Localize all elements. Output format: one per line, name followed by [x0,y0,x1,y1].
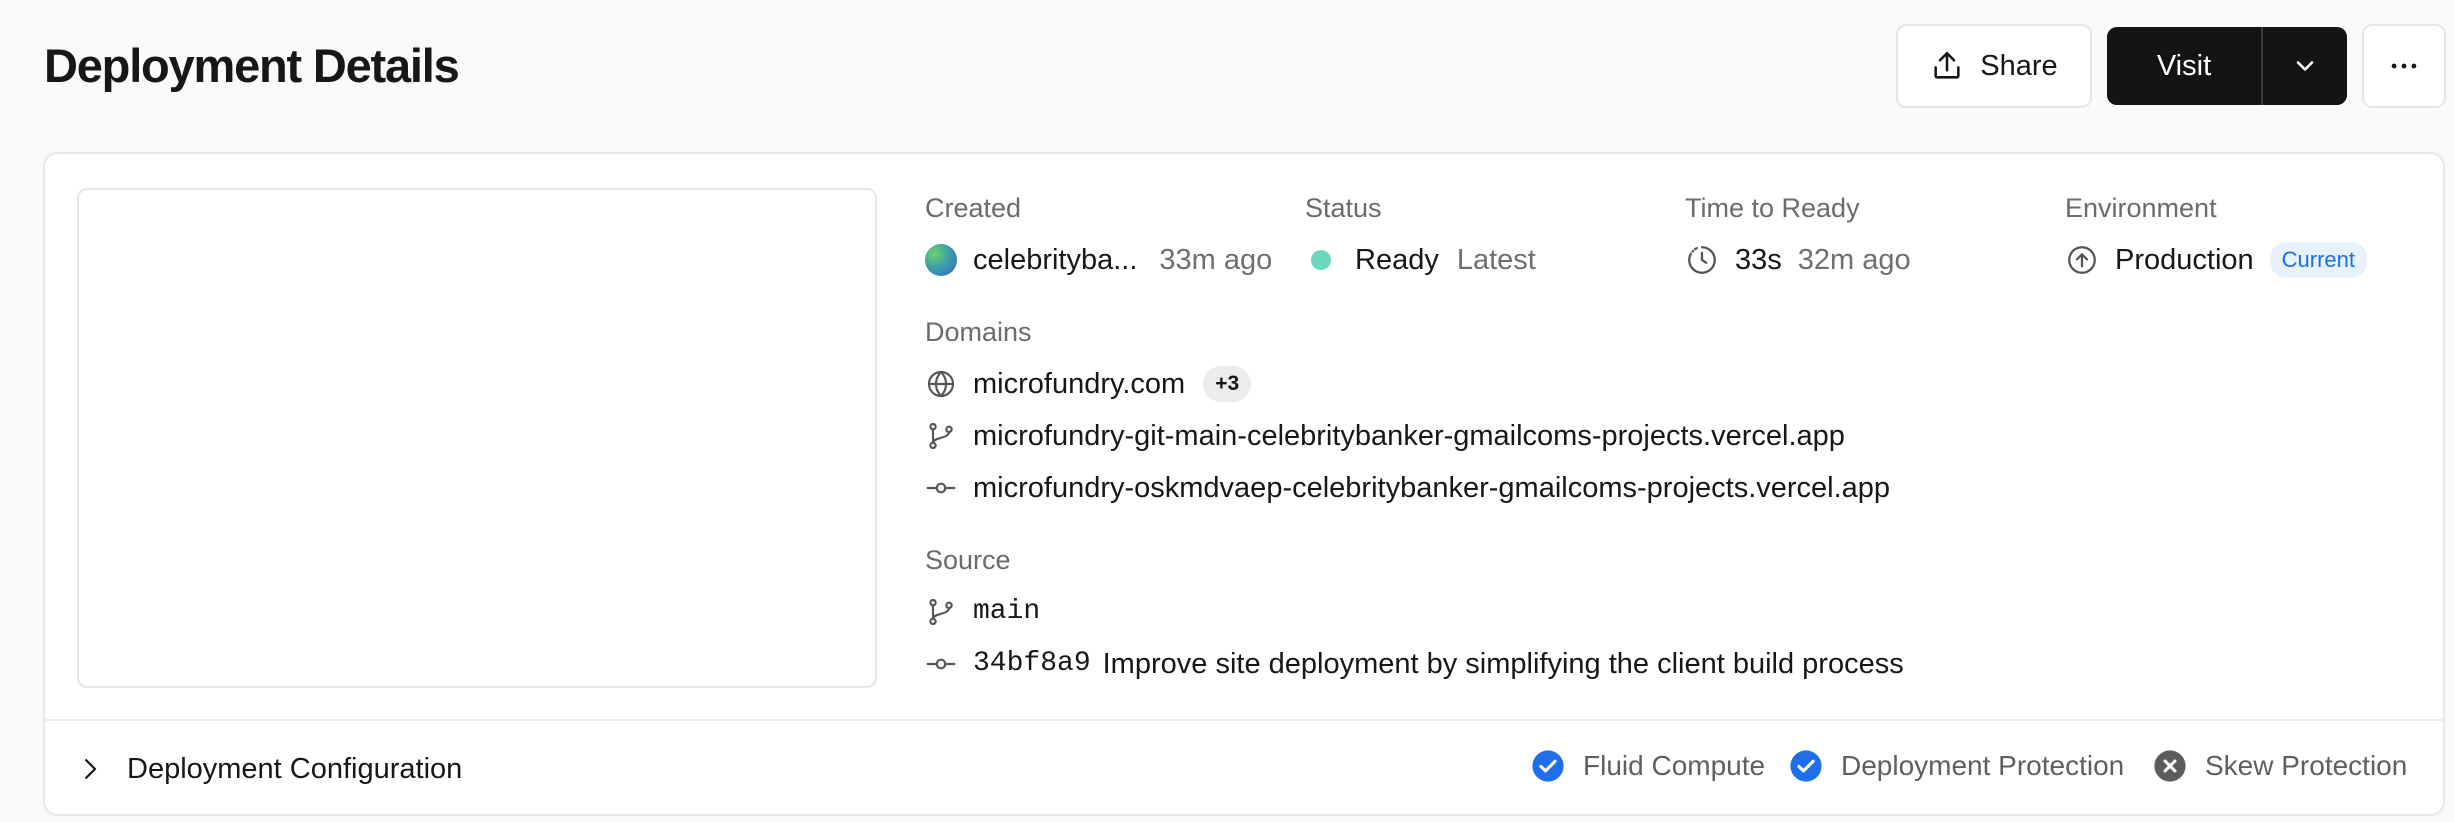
feature-label: Skew Protection [2205,750,2408,781]
feature-deployment-protection[interactable]: Deployment Protection [1789,749,2124,783]
source-branch-row: main [925,594,1040,630]
share-button-label: Share [1980,49,2058,82]
domain-deployment-link[interactable]: microfundry-oskmdvaep-celebritybanker-gm… [973,470,1890,506]
time-to-ready-duration: 33s [1735,244,1782,276]
current-badge: Current [2269,242,2368,278]
domains-label: Domains [925,317,1032,347]
deployment-configuration-title: Deployment Configuration [127,752,463,785]
visit-dropdown-button[interactable] [2263,27,2347,105]
visit-button-group: Visit [2107,27,2347,105]
page-header: Deployment Details Share Visit [0,0,2454,132]
more-options-button[interactable] [2362,24,2446,108]
time-to-ready-row: 33s 32m ago [1685,242,1911,278]
domain-primary-row: microfundry.com +3 [925,366,1252,402]
domain-primary-link[interactable]: microfundry.com [973,366,1185,402]
share-icon [1930,49,1964,83]
feature-fluid-compute[interactable]: Fluid Compute [1531,749,1765,783]
status-tag: Latest [1456,244,1536,276]
check-circle-icon [1531,749,1565,783]
commit-sha-link[interactable]: 34bf8a9 [973,646,1091,682]
domain-extra-count-badge[interactable]: +3 [1203,366,1252,402]
share-button[interactable]: Share [1896,24,2092,108]
avatar[interactable] [925,244,957,276]
git-commit-icon [925,648,957,680]
status-indicator [1311,250,1331,270]
created-author[interactable]: celebrityba... [973,242,1137,278]
status-value: Ready [1355,244,1439,276]
card-divider [45,719,2443,721]
git-branch-icon [925,420,957,452]
globe-icon [925,368,957,400]
deployment-configuration-toggle[interactable]: Deployment Configuration [75,729,462,809]
domain-branch-link[interactable]: microfundry-git-main-celebritybanker-gma… [973,418,1845,454]
domain-deployment-row: microfundry-oskmdvaep-celebritybanker-gm… [925,470,1890,506]
feature-label: Fluid Compute [1583,750,1766,781]
created-time: 33m ago [1159,244,1273,276]
git-branch-icon [925,596,957,628]
deployment-card: Created celebrityba... 33m ago Status Re… [43,152,2445,816]
time-to-ready-time: 32m ago [1797,244,1911,276]
more-horizontal-icon [2387,49,2421,83]
status-label: Status [1305,193,1382,223]
domain-branch-row: microfundry-git-main-celebritybanker-gma… [925,418,1845,454]
feature-skew-protection[interactable]: Skew Protection [2153,749,2407,783]
chevron-right-icon [75,754,105,784]
source-branch-link[interactable]: main [973,594,1040,630]
x-circle-icon [2153,749,2187,783]
created-row: celebrityba... 33m ago [925,242,1272,278]
feature-label: Deployment Protection [1841,750,2125,781]
environment-label: Environment [2065,193,2217,223]
clock-icon [1685,243,1719,277]
page-title: Deployment Details [44,39,460,92]
source-commit-row: 34bf8a9 Improve site deployment by simpl… [925,646,1904,682]
environment-value[interactable]: Production [2115,242,2254,278]
visit-button[interactable]: Visit [2107,27,2263,105]
chevron-down-icon [2291,52,2319,80]
source-label: Source [925,545,1011,575]
environment-row: Production Current [2065,242,2368,278]
git-commit-icon [925,472,957,504]
created-label: Created [925,193,1022,223]
check-circle-icon [1789,749,1823,783]
time-to-ready-label: Time to Ready [1685,193,1860,223]
arrow-up-circle-icon [2065,243,2099,277]
deployment-preview[interactable] [77,188,877,688]
commit-message[interactable]: Improve site deployment by simplifying t… [1103,646,1904,682]
status-row: Ready Latest [1305,242,1536,278]
